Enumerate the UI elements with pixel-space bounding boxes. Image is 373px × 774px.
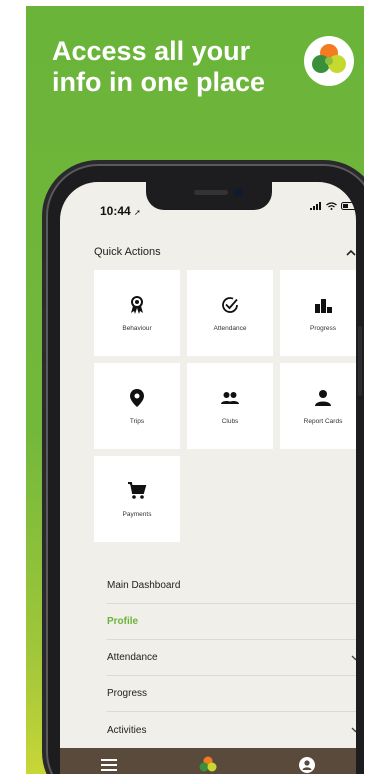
- battery-icon: [341, 202, 356, 210]
- phone-notch: [146, 182, 272, 210]
- menu-item-label: Activities: [107, 724, 147, 736]
- menu-item-label: Attendance: [107, 652, 158, 663]
- brand-logo-icon: [304, 36, 354, 86]
- menu-item-label: Main Dashboard: [107, 580, 181, 591]
- signal-icon: [310, 202, 321, 210]
- chevron-up-icon[interactable]: [346, 249, 356, 256]
- headline: Access all your info in one place: [52, 36, 266, 97]
- account-icon[interactable]: [299, 757, 316, 773]
- phone-volume-down: [42, 362, 46, 408]
- chevron-down-icon[interactable]: [351, 727, 356, 733]
- hamburger-menu-icon[interactable]: [100, 759, 117, 771]
- person-icon: [315, 389, 331, 406]
- tile-trips[interactable]: Trips: [94, 363, 180, 449]
- phone-volume-up: [42, 306, 46, 352]
- menu-item-activities[interactable]: Activities: [107, 712, 356, 748]
- location-pin-icon: [130, 388, 144, 407]
- tile-report-cards[interactable]: Report Cards: [280, 363, 356, 449]
- tile-attendance[interactable]: Attendance: [187, 270, 273, 356]
- tile-label: Clubs: [221, 417, 239, 425]
- cart-icon: [128, 481, 147, 499]
- logo-icon[interactable]: [198, 755, 218, 774]
- promo-background: Access all your info in one place 10:44 …: [26, 6, 364, 774]
- status-time: 10:44 ➚: [100, 204, 141, 218]
- wifi-icon: [326, 202, 337, 210]
- menu-item-label: Progress: [107, 688, 148, 699]
- quick-actions-header[interactable]: Quick Actions: [94, 246, 356, 258]
- tile-payments[interactable]: Payments: [94, 456, 180, 542]
- award-icon: [131, 295, 143, 314]
- podium-icon: [315, 298, 332, 313]
- side-menu: Main Dashboard Profile Attendance Progre…: [107, 568, 356, 748]
- tile-label: Behaviour: [122, 324, 152, 332]
- tile-progress[interactable]: Progress: [280, 270, 356, 356]
- check-circle-icon: [222, 296, 238, 313]
- phone-screen: 10:44 ➚ Quick Actions Behaviour Attendan…: [60, 182, 356, 774]
- tile-clubs[interactable]: Clubs: [187, 363, 273, 449]
- location-arrow-icon: ➚: [134, 208, 141, 217]
- menu-item-attendance[interactable]: Attendance: [107, 640, 356, 676]
- menu-item-main-dashboard[interactable]: Main Dashboard: [107, 568, 356, 604]
- tile-behaviour[interactable]: Behaviour: [94, 270, 180, 356]
- bottom-nav-bar: [60, 748, 356, 774]
- menu-item-label: Profile: [107, 616, 139, 627]
- phone-power-button: [358, 326, 362, 396]
- chevron-down-icon[interactable]: [351, 655, 356, 661]
- quick-actions-title: Quick Actions: [94, 246, 161, 258]
- group-icon: [221, 391, 239, 404]
- front-camera: [234, 188, 243, 197]
- speaker-grille: [194, 190, 228, 195]
- phone-mute-switch: [42, 261, 46, 287]
- tile-label: Trips: [129, 417, 145, 425]
- tile-label: Payments: [122, 510, 152, 518]
- tile-label: Attendance: [213, 324, 247, 332]
- tile-label: Progress: [309, 324, 336, 332]
- status-icons: [310, 202, 356, 210]
- menu-item-profile[interactable]: Profile: [107, 604, 356, 640]
- menu-item-progress[interactable]: Progress: [107, 676, 356, 712]
- tile-label: Report Cards: [303, 417, 343, 425]
